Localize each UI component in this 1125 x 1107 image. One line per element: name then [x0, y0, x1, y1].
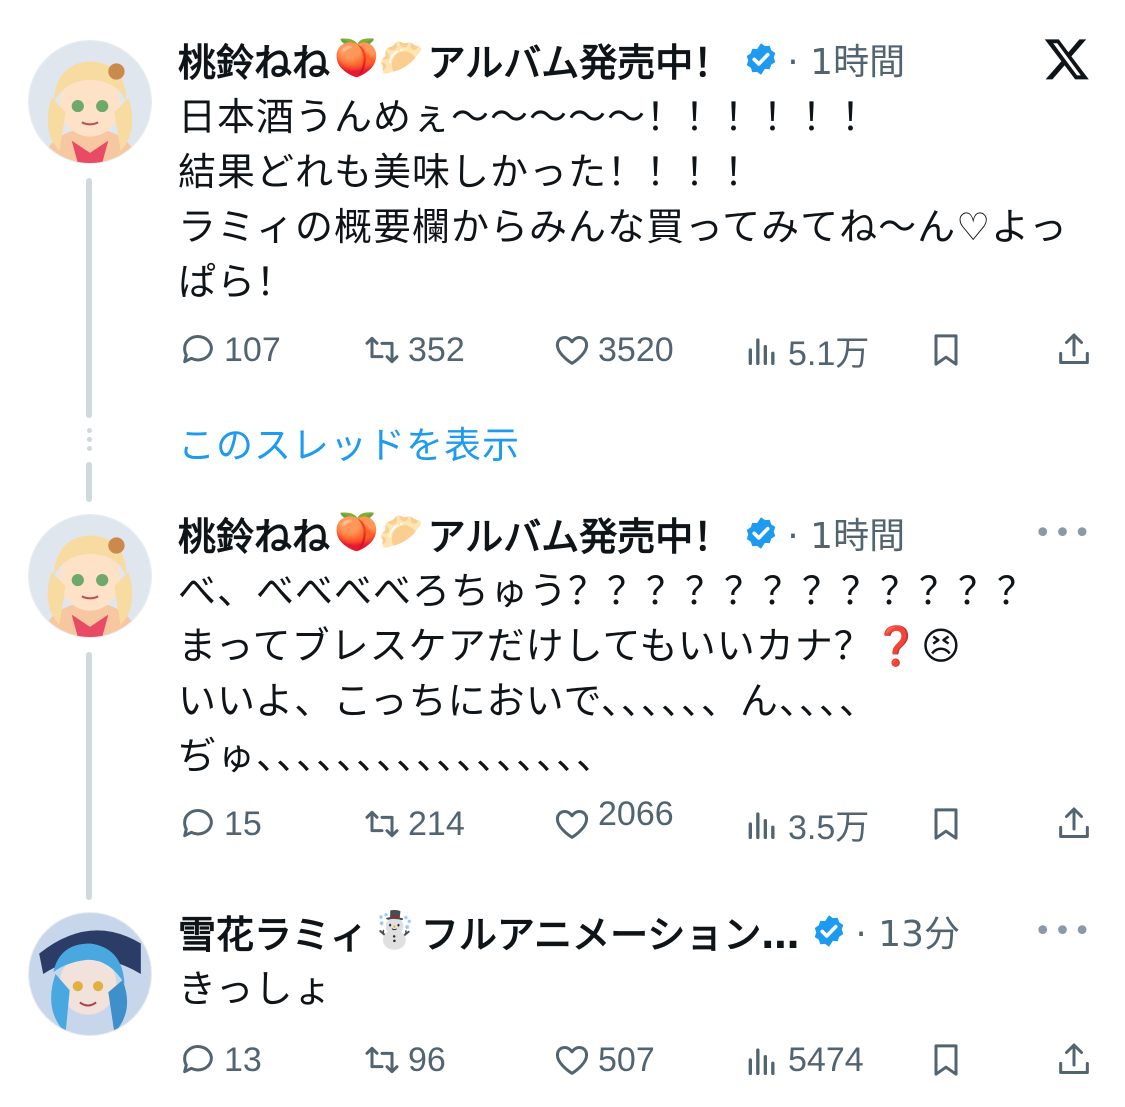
display-name-suffix[interactable]: アルバム発売中！: [428, 32, 732, 87]
reply-icon: [183, 809, 213, 838]
bookmark-button[interactable]: [926, 1040, 972, 1080]
bookmark-icon: [934, 808, 958, 840]
display-name[interactable]: 桃鈴ねね: [178, 506, 330, 561]
retweet-button[interactable]: 214: [362, 804, 465, 844]
views-icon: [748, 1048, 775, 1075]
show-thread-link[interactable]: このスレッドを表示: [178, 415, 520, 469]
views-button[interactable]: 5474: [742, 1040, 864, 1080]
tweet-text: 日本酒うんめぇ〜〜〜〜〜！！！！！！ 結果どれも美味しかった！！！！ ラミィの概…: [178, 95, 1069, 304]
tweet-text: きっしょ: [178, 967, 333, 1011]
retweet-icon: [365, 336, 399, 364]
share-icon: [1059, 333, 1089, 364]
tweet-header: 雪花ラミィ ☃️ フルアニメーション… · 13分 •••: [178, 904, 1097, 959]
retweet-count: 352: [408, 330, 465, 369]
reply-button[interactable]: 15: [178, 804, 262, 844]
views-count: 5.1万: [788, 334, 870, 373]
avatar[interactable]: [28, 514, 152, 638]
tweet-header: 桃鈴ねね 🍑🥟 アルバム発売中！ · 1時間: [178, 32, 1097, 87]
display-name[interactable]: 雪花ラミィ: [178, 904, 368, 959]
display-name[interactable]: 桃鈴ねね: [178, 32, 330, 87]
share-button[interactable]: [1054, 330, 1100, 370]
like-button[interactable]: 507: [552, 1040, 655, 1080]
reply-count: 107: [224, 330, 281, 369]
tweet-header: 桃鈴ねね 🍑🥟 アルバム発売中！ · 1時間 •••: [178, 506, 1097, 561]
views-button[interactable]: 3.5万: [742, 800, 869, 849]
share-icon: [1059, 807, 1089, 838]
reply-count: 15: [224, 804, 262, 843]
name-emoji: ☃️: [372, 910, 417, 951]
timestamp[interactable]: · 1時間: [787, 33, 905, 85]
like-button[interactable]: 3520: [552, 330, 674, 370]
tweet-actions: 13 96 507 5474: [178, 1030, 1097, 1090]
views-button[interactable]: 5.1万: [742, 326, 869, 375]
thread-dots: [86, 428, 92, 451]
reply-icon: [183, 1045, 213, 1074]
views-icon: [748, 338, 775, 365]
reply-count: 13: [224, 1040, 262, 1079]
bookmark-button[interactable]: [926, 330, 972, 370]
avatar[interactable]: [28, 40, 152, 164]
like-icon: [555, 336, 589, 365]
retweet-button[interactable]: 96: [362, 1040, 446, 1080]
display-name-suffix[interactable]: アルバム発売中！: [428, 506, 732, 561]
share-icon: [1059, 1043, 1089, 1074]
like-count: 507: [598, 1040, 655, 1079]
tweet[interactable]: 桃鈴ねね 🍑🥟 アルバム発売中！ · 1時間 ••• べ、べべべべろちゅう？？？…: [178, 508, 1097, 784]
name-emoji: 🍑🥟: [334, 512, 424, 553]
more-options-icon[interactable]: •••: [1034, 516, 1093, 551]
thread-line: [86, 178, 92, 418]
retweet-button[interactable]: 352: [362, 330, 465, 370]
views-icon: [748, 812, 775, 839]
bookmark-button[interactable]: [926, 804, 972, 844]
retweet-icon: [365, 1046, 399, 1074]
like-count: 2066: [598, 794, 674, 833]
verified-badge-icon: [747, 43, 776, 75]
views-count: 5474: [788, 1040, 864, 1079]
timestamp[interactable]: · 13分: [855, 905, 960, 957]
retweet-count: 96: [408, 1040, 446, 1079]
display-name-suffix[interactable]: フルアニメーション…: [421, 904, 799, 959]
tweet-actions: 107 352 3520 5.1万: [178, 320, 1097, 380]
tweet-text: べ、べべべべろちゅう？？？？？？？？？？？？ まってブレスケアだけしてもいいカナ…: [178, 569, 1037, 778]
share-button[interactable]: [1054, 804, 1100, 844]
like-button[interactable]: 2066: [552, 795, 674, 844]
thread-line: [86, 462, 92, 502]
tweet[interactable]: 桃鈴ねね 🍑🥟 アルバム発売中！ · 1時間 日本酒うんめぇ〜〜〜〜〜！！！！！…: [178, 34, 1097, 310]
verified-badge-icon: [747, 517, 776, 549]
bookmark-icon: [934, 1044, 958, 1076]
retweet-icon: [365, 810, 399, 838]
retweet-count: 214: [408, 804, 465, 843]
like-icon: [555, 810, 589, 839]
like-count: 3520: [598, 330, 674, 369]
thread-line: [86, 652, 92, 900]
tweet[interactable]: 雪花ラミィ ☃️ フルアニメーション… · 13分 ••• きっしょ: [178, 906, 1097, 1017]
avatar[interactable]: [28, 912, 152, 1036]
reply-icon: [183, 335, 213, 364]
share-button[interactable]: [1054, 1040, 1100, 1080]
more-options-icon[interactable]: •••: [1034, 914, 1093, 949]
tweet-actions: 15 214 2066 3.5万: [178, 794, 1097, 854]
name-emoji: 🍑🥟: [334, 38, 424, 79]
x-logo-icon: [1044, 39, 1089, 80]
reply-button[interactable]: 107: [178, 330, 281, 370]
timestamp[interactable]: · 1時間: [787, 507, 905, 559]
verified-badge-icon: [815, 915, 844, 947]
views-count: 3.5万: [788, 808, 870, 847]
like-icon: [555, 1046, 589, 1075]
reply-button[interactable]: 13: [178, 1040, 262, 1080]
bookmark-icon: [934, 334, 958, 366]
